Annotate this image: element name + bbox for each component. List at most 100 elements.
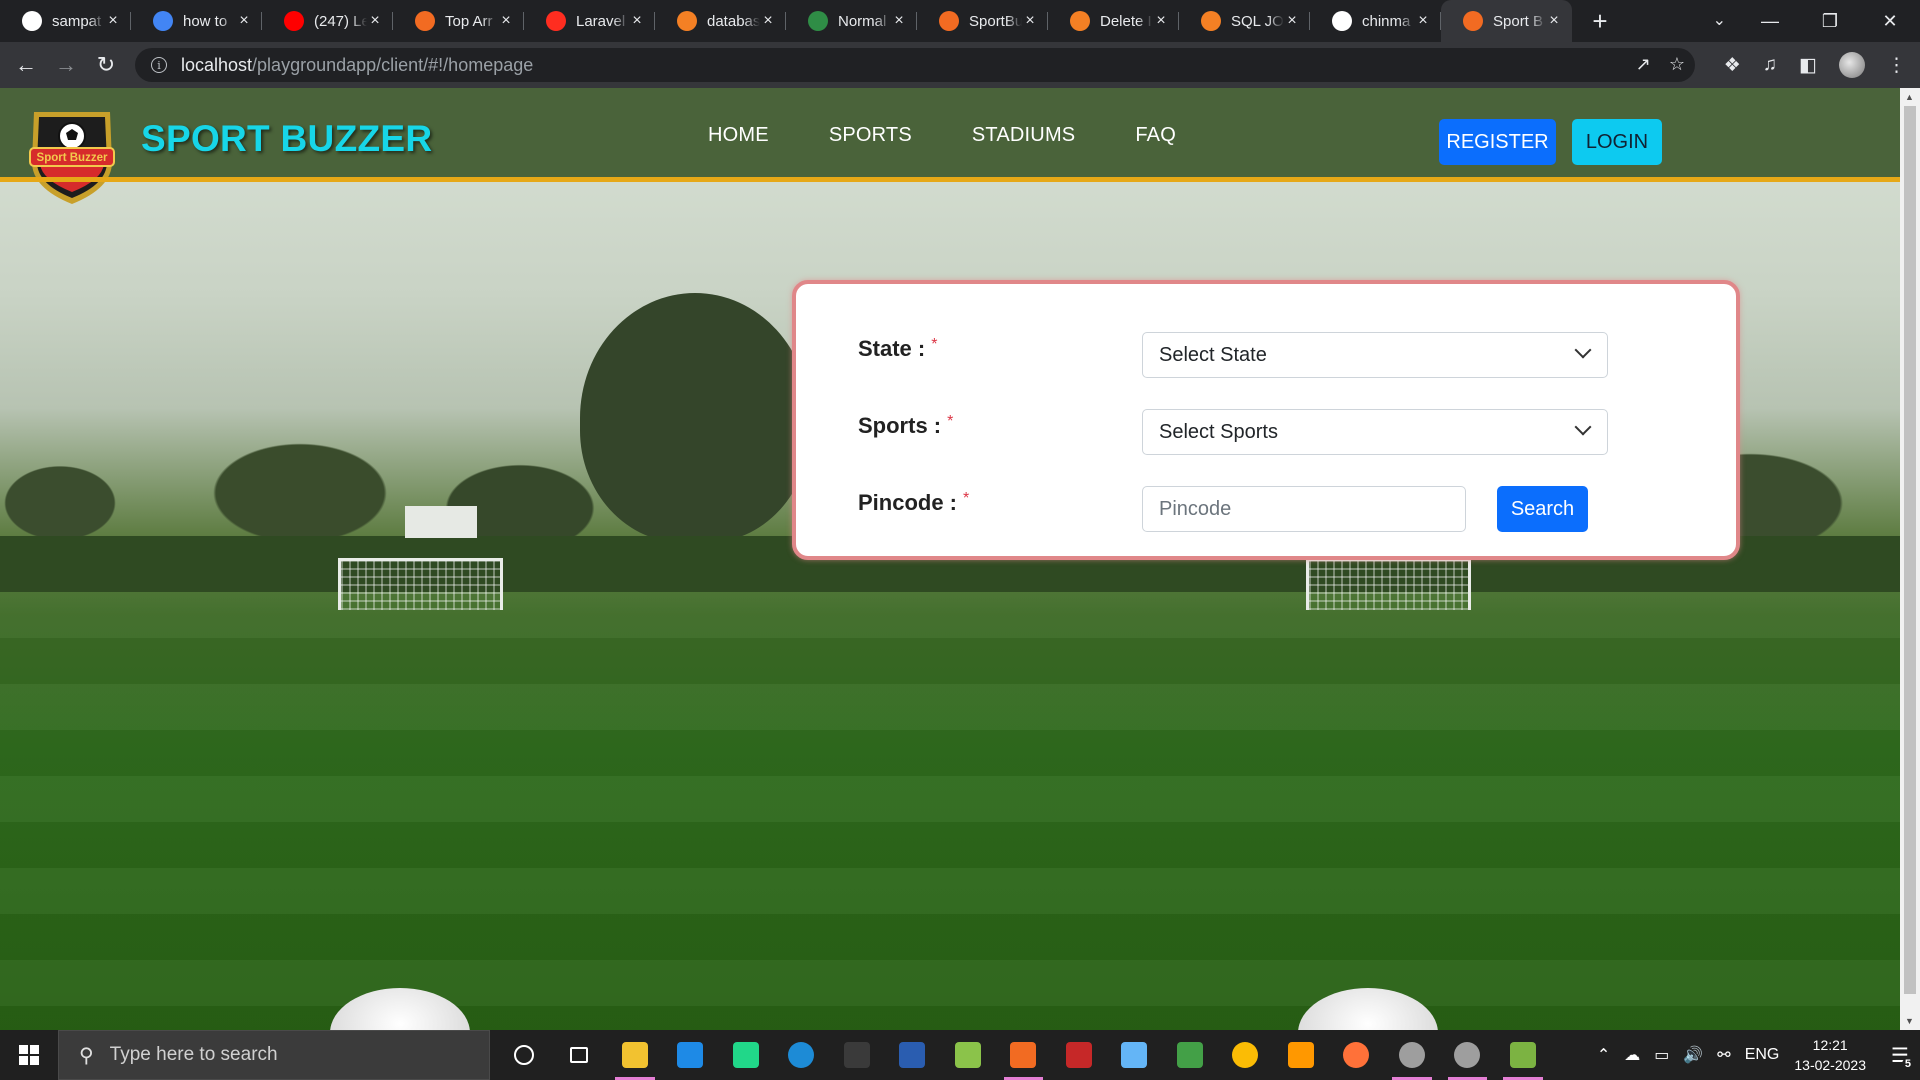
language-indicator[interactable]: ENG [1745, 1046, 1780, 1064]
media-control-icon[interactable]: ♫ [1763, 54, 1777, 76]
login-button[interactable]: LOGIN [1572, 119, 1662, 165]
bookmark-star-icon[interactable]: ☆ [1669, 54, 1685, 75]
extensions-icon[interactable]: ❖ [1724, 54, 1741, 77]
clock[interactable]: 12:21 13-02-2023 [1794, 1035, 1866, 1075]
site-brand[interactable]: SPORT BUZZER [141, 118, 432, 160]
battery-icon[interactable]: ▭ [1654, 1045, 1669, 1065]
goalpost-left [338, 558, 503, 610]
browser-tab[interactable]: sampat × [0, 0, 131, 42]
taskbar-app[interactable] [1495, 1030, 1551, 1080]
browser-tab[interactable]: (247) Le × [262, 0, 393, 42]
firefox-icon [1343, 1042, 1370, 1068]
volume-icon[interactable]: 🔊 [1683, 1045, 1703, 1065]
close-tab-icon[interactable]: × [760, 12, 776, 30]
page-scrollbar[interactable]: ▲ ▼ [1900, 88, 1920, 1030]
browser-tab[interactable]: databas × [655, 0, 786, 42]
browser-tab[interactable]: how to × [131, 0, 262, 42]
browser-tab[interactable]: Laravel × [524, 0, 655, 42]
taskbar-app[interactable] [996, 1030, 1052, 1080]
taskbar-app[interactable] [1440, 1030, 1496, 1080]
back-icon[interactable]: ← [6, 52, 46, 78]
close-tab-icon[interactable]: × [1546, 12, 1562, 30]
taskbar-app[interactable] [552, 1030, 608, 1080]
close-tab-icon[interactable]: × [1284, 12, 1300, 30]
browser-tab[interactable]: Normal × [786, 0, 917, 42]
site-info-icon[interactable]: i [151, 57, 167, 73]
taskbar-app[interactable] [885, 1030, 941, 1080]
side-panel-icon[interactable]: ◧ [1799, 54, 1817, 77]
url-path: /playgroundapp/client/#!/homepage [252, 54, 534, 75]
url-host: localhost [181, 54, 253, 75]
browser-tab[interactable]: chinma × [1310, 0, 1441, 42]
notepadpp-icon [954, 1042, 981, 1068]
tab-title: how to [183, 12, 228, 30]
browser-tab[interactable]: SQL JOI × [1179, 0, 1310, 42]
state-select[interactable]: Select State [1142, 332, 1608, 378]
close-tab-icon[interactable]: × [1415, 12, 1431, 30]
browser-tab[interactable]: Sport B × [1441, 0, 1572, 42]
nav-faq[interactable]: FAQ [1135, 124, 1176, 147]
taskbar-app[interactable] [1107, 1030, 1163, 1080]
address-bar[interactable]: i localhost/playgroundapp/client/#!/home… [135, 48, 1695, 82]
nav-home[interactable]: HOME [708, 124, 769, 147]
close-window-icon[interactable]: ✕ [1860, 11, 1920, 32]
taskbar-app[interactable] [774, 1030, 830, 1080]
close-tab-icon[interactable]: × [236, 12, 252, 30]
pincode-input[interactable]: Pincode [1142, 486, 1466, 532]
tab-search-icon[interactable]: ⌄ [1713, 10, 1726, 30]
close-tab-icon[interactable]: × [629, 12, 645, 30]
nav-sports[interactable]: SPORTS [829, 124, 912, 147]
search-icon: ⚲ [79, 1044, 94, 1067]
restore-icon[interactable]: ❐ [1800, 11, 1860, 32]
clock-time: 12:21 [1812, 1037, 1848, 1053]
browser-tab[interactable]: Top Arr × [393, 0, 524, 42]
taskbar-app[interactable] [496, 1030, 552, 1080]
taskbar-app[interactable] [1273, 1030, 1329, 1080]
scrollbar-thumb[interactable] [1904, 106, 1916, 994]
nav-stadiums[interactable]: STADIUMS [972, 124, 1075, 147]
sports-select[interactable]: Select Sports [1142, 409, 1608, 455]
taskbar-app[interactable] [607, 1030, 663, 1080]
start-button[interactable] [0, 1030, 58, 1080]
close-tab-icon[interactable]: × [105, 12, 121, 30]
taskbar-app[interactable] [1329, 1030, 1385, 1080]
taskbar-app[interactable] [663, 1030, 719, 1080]
taskbar-app[interactable] [1218, 1030, 1274, 1080]
browser-tab[interactable]: Delete I × [1048, 0, 1179, 42]
taskbar-search-box[interactable]: ⚲ Type here to search [58, 1030, 490, 1080]
taskbar-app[interactable] [718, 1030, 774, 1080]
notification-center-icon[interactable]: ☰ 5 [1880, 1030, 1920, 1080]
wifi-icon[interactable]: ⚯ [1717, 1045, 1730, 1065]
tray-expand-icon[interactable]: ⌃ [1597, 1045, 1610, 1065]
close-tab-icon[interactable]: × [1022, 12, 1038, 30]
search-button[interactable]: Search [1497, 486, 1588, 532]
tab-title: Delete I [1100, 12, 1152, 30]
taskbar-app[interactable] [829, 1030, 885, 1080]
tab-title: (247) Le [314, 12, 367, 30]
close-tab-icon[interactable]: × [891, 12, 907, 30]
register-button[interactable]: REGISTER [1439, 119, 1556, 165]
browser-menu-icon[interactable]: ⋮ [1887, 54, 1906, 77]
taskbar-app[interactable] [1162, 1030, 1218, 1080]
taskbar-app[interactable] [940, 1030, 996, 1080]
browser-tab[interactable]: SportBu × [917, 0, 1048, 42]
profile-avatar[interactable] [1839, 52, 1865, 78]
close-tab-icon[interactable]: × [498, 12, 514, 30]
cloud-icon[interactable]: ☁ [1624, 1045, 1640, 1065]
scroll-up-icon[interactable]: ▲ [1905, 92, 1914, 102]
taskbar-app[interactable] [1384, 1030, 1440, 1080]
reload-icon[interactable]: ↻ [86, 52, 126, 78]
scroll-down-icon[interactable]: ▼ [1905, 1016, 1914, 1026]
minimize-icon[interactable]: — [1740, 11, 1800, 32]
tab-strip: sampat × how to × (247) Le × Top Arr × Laravel × d… [0, 0, 1920, 42]
taskbar-app[interactable] [1051, 1030, 1107, 1080]
close-tab-icon[interactable]: × [367, 12, 383, 30]
share-icon[interactable]: ↗ [1636, 54, 1651, 75]
window-controls: — ❐ ✕ [1740, 0, 1920, 42]
sport-buzzer-logo[interactable]: Sport Buzzer [22, 102, 122, 206]
new-tab-icon[interactable]: + [1580, 6, 1620, 37]
close-tab-icon[interactable]: × [1153, 12, 1169, 30]
forward-icon[interactable]: → [46, 52, 86, 78]
site-icon [1463, 11, 1483, 31]
terminal-icon [843, 1042, 870, 1068]
